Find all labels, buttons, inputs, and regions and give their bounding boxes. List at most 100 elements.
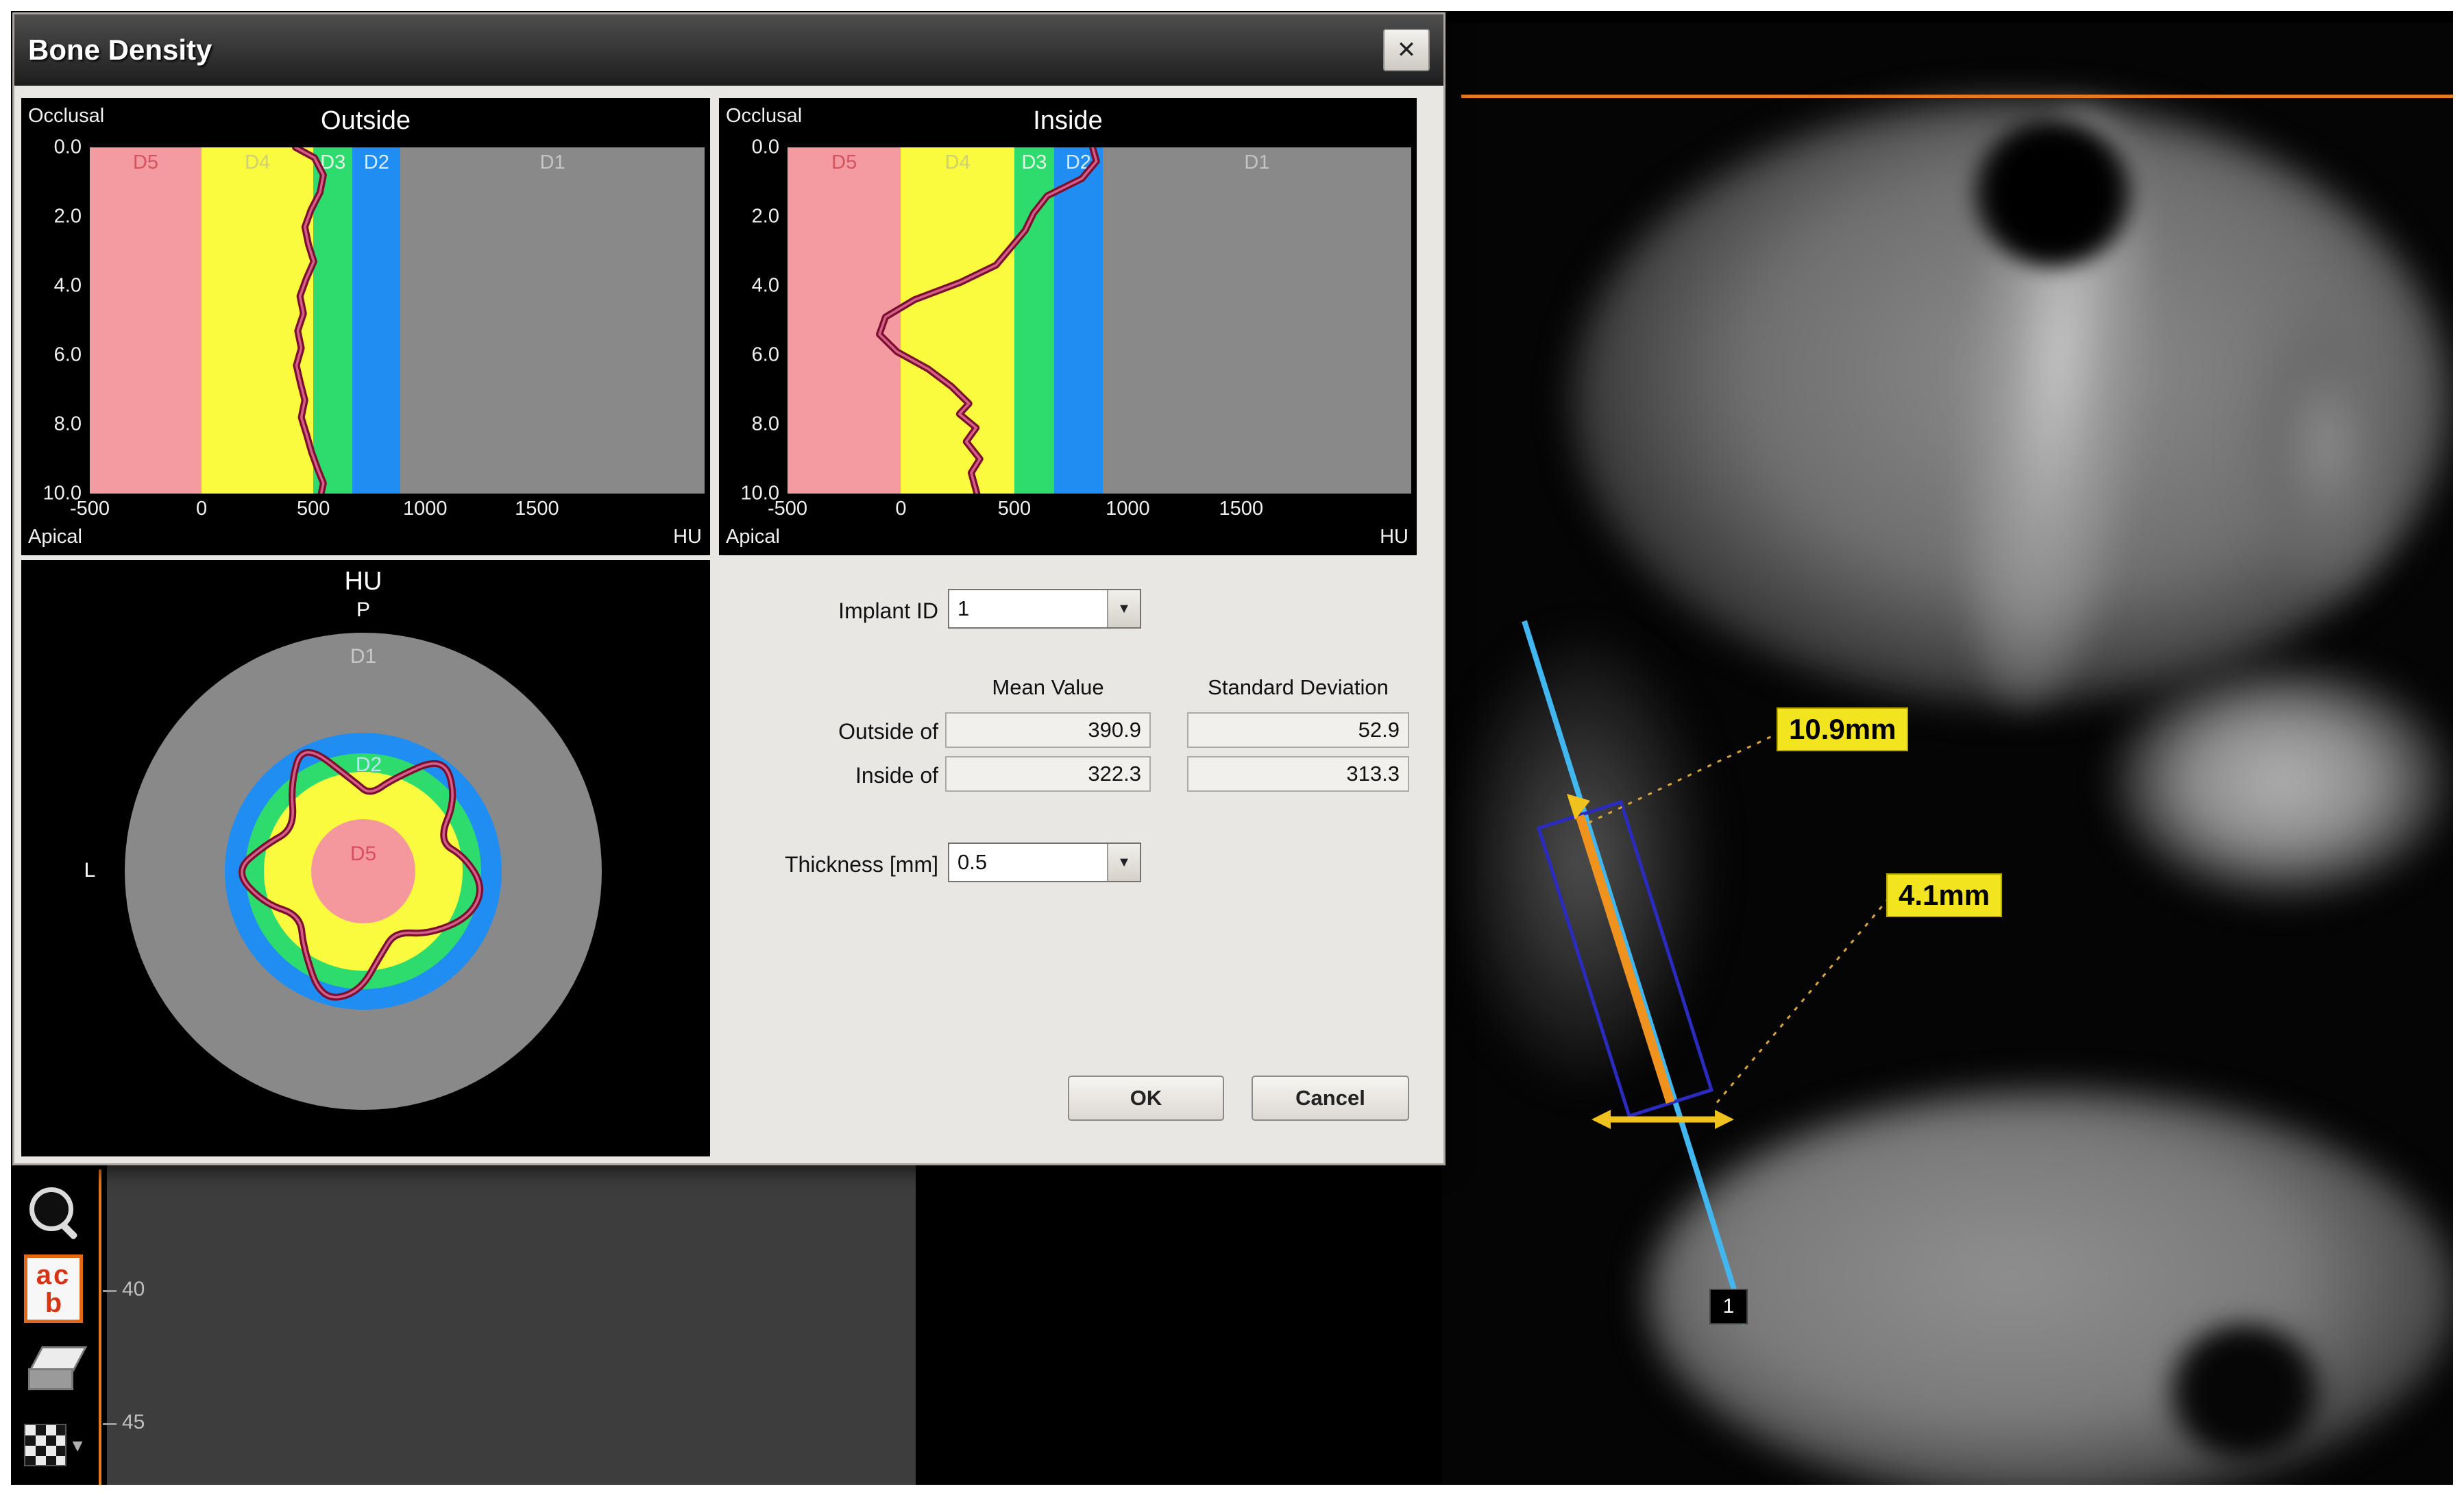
slice-tool-button[interactable]: [16, 1337, 90, 1400]
close-icon: ✕: [1397, 36, 1417, 64]
ruler-tick-45: [103, 1423, 117, 1425]
close-button[interactable]: ✕: [1383, 29, 1430, 71]
ruler-number-40: 40: [122, 1278, 145, 1301]
annotation-tool-button[interactable]: ac b: [16, 1252, 90, 1326]
workspace: 10.9mm 4.1mm 1 40 45 ac b ▾ Bone Density: [11, 11, 2453, 1485]
density-profile-line: [90, 147, 705, 494]
dropdown-arrow-icon[interactable]: ▼: [1107, 844, 1140, 881]
bone-density-dialog: Bone Density ✕ Outside Occlusal 0.0 2.0 4.…: [12, 12, 1446, 1165]
dialog-titlebar[interactable]: Bone Density ✕: [14, 14, 1443, 86]
checkerboard-icon: [24, 1424, 66, 1466]
inside-mean-field: 322.3: [945, 756, 1151, 792]
caret-down-icon[interactable]: ▾: [72, 1433, 82, 1457]
dialog-title: Bone Density: [28, 34, 212, 66]
occlusal-label: Occlusal: [726, 105, 802, 128]
ruler-number-45: 45: [122, 1411, 145, 1434]
y-tick-label: 6.0: [752, 344, 779, 367]
x-tick-label: -500: [70, 498, 110, 520]
depth-axis: 0.02.04.06.08.010.0: [21, 147, 84, 494]
ring-label-d1: D1: [350, 645, 376, 668]
x-tick-label: 1500: [515, 498, 559, 520]
measurement-leader-width: [1715, 898, 1889, 1105]
implant-length-line[interactable]: [1580, 816, 1670, 1102]
y-tick-label: 8.0: [752, 413, 779, 436]
ct-viewport[interactable]: 10.9mm 4.1mm 1: [1442, 23, 2453, 1485]
implant-overlay: [1442, 23, 2453, 1485]
x-tick-label: 0: [895, 498, 906, 520]
x-tick-label: 1000: [1106, 498, 1150, 520]
slab-icon: [24, 1341, 83, 1396]
thickness-select[interactable]: 0.5 ▼: [948, 842, 1141, 882]
x-tick-label: 1000: [403, 498, 448, 520]
hu-unit-label: HU: [1380, 526, 1408, 548]
std-dev-header: Standard Deviation: [1208, 675, 1389, 700]
y-tick-label: 6.0: [54, 344, 82, 367]
outside-row-label: Outside of: [719, 719, 938, 744]
outside-mean-field: 390.9: [945, 712, 1151, 748]
inside-row-label: Inside of: [719, 763, 938, 788]
chart-title-outside: Outside: [21, 106, 710, 136]
x-tick-label: 0: [196, 498, 207, 520]
inside-std-field: 313.3: [1187, 756, 1409, 792]
zoom-tool-button[interactable]: [16, 1179, 90, 1245]
hu-axis: -500050010001500: [90, 498, 705, 525]
ring-label-d5: D5: [350, 842, 376, 866]
y-tick-label: 4.0: [54, 275, 82, 298]
ring-label-d2: D2: [356, 753, 382, 777]
y-tick-label: 2.0: [54, 206, 82, 228]
measurement-leader-length: [1586, 732, 1781, 824]
density-plot-outside: D5D4D3D2D1: [90, 147, 705, 494]
implant-number-tag[interactable]: 1: [1709, 1289, 1748, 1324]
text-annotation-icon: ac b: [24, 1254, 83, 1323]
bone-density-controls: Implant ID 1 ▼ Mean Value Standard Devia…: [719, 560, 1435, 1156]
polar-chart-title: HU: [345, 567, 382, 596]
implant-id-value: 1: [949, 590, 1107, 627]
chart-title-inside: Inside: [719, 106, 1417, 136]
hu-axis: -500050010001500: [788, 498, 1411, 525]
measurement-label-length[interactable]: 10.9mm: [1777, 707, 1908, 751]
left-orientation-label: L: [84, 859, 96, 882]
ruler-tick-40: [103, 1290, 117, 1292]
measurement-label-width[interactable]: 4.1mm: [1886, 873, 2002, 917]
density-ring-d5: [311, 819, 415, 923]
ok-button[interactable]: OK: [1068, 1076, 1224, 1121]
thickness-label: Thickness [mm]: [719, 852, 938, 877]
outside-std-field: 52.9: [1187, 712, 1409, 748]
occlusal-label: Occlusal: [28, 105, 104, 128]
implant-axis-line[interactable]: [1524, 621, 1745, 1324]
annotation-letters-bottom: b: [45, 1289, 62, 1317]
width-arrowhead-right: [1715, 1110, 1734, 1129]
outside-density-chart: Outside Occlusal 0.02.04.06.08.010.0 D5D…: [21, 98, 710, 555]
y-tick-label: 2.0: [752, 206, 779, 228]
thickness-value: 0.5: [949, 844, 1107, 881]
x-tick-label: 500: [998, 498, 1031, 520]
density-profile-line: [788, 147, 1411, 494]
dropdown-arrow-icon[interactable]: ▼: [1107, 590, 1140, 627]
x-tick-label: 500: [297, 498, 330, 520]
posterior-label: P: [356, 598, 370, 622]
y-tick-label: 0.0: [752, 136, 779, 159]
magnifier-icon: [29, 1185, 77, 1239]
annotation-letters-top: ac: [36, 1261, 71, 1289]
depth-axis: 0.02.04.06.08.010.0: [719, 147, 782, 494]
ct-ruler: [99, 1169, 101, 1485]
cancel-button[interactable]: Cancel: [1252, 1076, 1409, 1121]
secondary-viewport[interactable]: [107, 1161, 916, 1485]
radial-density-chart: HU P L D1 D2 D5: [21, 560, 710, 1156]
apical-label: Apical: [726, 526, 780, 548]
density-plot-inside: D5D4D3D2D1: [788, 147, 1411, 494]
x-tick-label: -500: [768, 498, 807, 520]
hu-unit-label: HU: [673, 526, 702, 548]
x-tick-label: 1500: [1219, 498, 1264, 520]
y-tick-label: 4.0: [752, 275, 779, 298]
implant-id-select[interactable]: 1 ▼: [948, 589, 1141, 629]
width-arrowhead-left: [1591, 1110, 1611, 1129]
implant-id-label: Implant ID: [719, 598, 938, 624]
pattern-tool-button[interactable]: ▾: [16, 1414, 90, 1477]
mean-value-header: Mean Value: [992, 675, 1103, 700]
inside-density-chart: Inside Occlusal 0.02.04.06.08.010.0 D5D4…: [719, 98, 1417, 555]
y-tick-label: 8.0: [54, 413, 82, 436]
y-tick-label: 0.0: [54, 136, 82, 159]
app: { "icons": { "close": "✕", "dropdown_arr…: [0, 0, 2464, 1504]
apical-label: Apical: [28, 526, 82, 548]
